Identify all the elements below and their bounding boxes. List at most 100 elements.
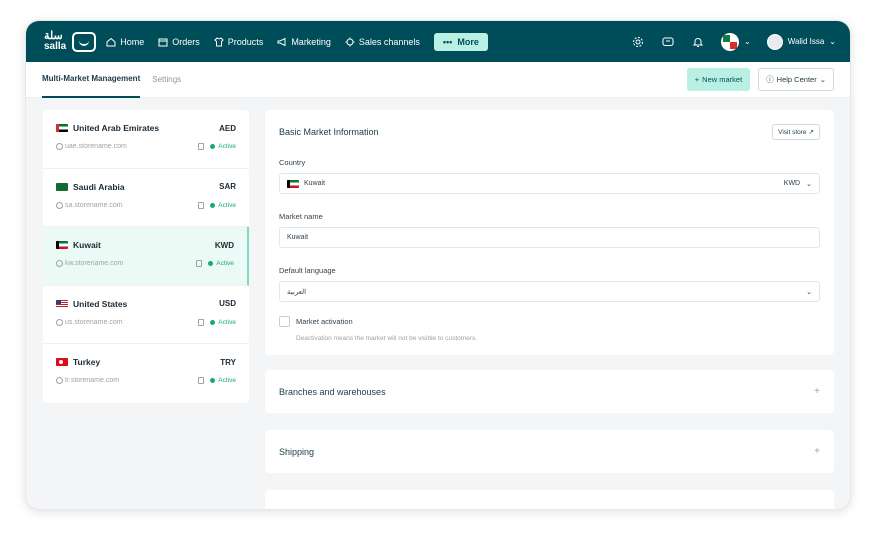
shipping-title: Shipping: [279, 446, 315, 457]
more-button[interactable]: ••• More: [433, 32, 488, 51]
help-center-button[interactable]: ⓘ Help Center ⌄: [758, 68, 834, 91]
list-item[interactable]: Saudi Arabia SAR sa.storename.com Active: [43, 169, 249, 227]
help-center-label: Help Center: [776, 75, 817, 84]
market-name-input[interactable]: Kuwait: [279, 227, 820, 248]
markets-list: United Arab Emirates AED uae.storename.c…: [43, 110, 249, 403]
more-label: More: [457, 36, 479, 47]
market-name: United States: [73, 298, 128, 309]
globe-icon: [56, 318, 63, 326]
market-currency: KWD: [214, 240, 234, 250]
uae-flag-icon: [56, 124, 68, 132]
store-small-icon: [198, 377, 205, 384]
country-label: Country: [279, 158, 306, 167]
country-select[interactable]: Kuwait KWD ⌄: [279, 173, 820, 194]
store-small-icon: [198, 143, 205, 150]
page-tabs-bar: Multi-Market Management Settings + New m…: [26, 62, 850, 98]
store-icon: [720, 32, 739, 51]
nav-orders-label: Orders: [172, 36, 200, 47]
activation-hint: Deactivation means the market will not b…: [296, 335, 477, 342]
shirt-icon: [214, 36, 224, 46]
store-small-icon: [198, 201, 205, 209]
new-market-label: New market: [702, 75, 743, 84]
basic-info-panel: Basic Market Information Visit store ↗ C…: [265, 110, 834, 355]
language-value: العربية: [287, 288, 307, 296]
logo-english: salla: [44, 41, 67, 52]
status-badge: Active: [198, 143, 236, 150]
market-currency: AED: [219, 123, 236, 133]
nav-home-label: Home: [120, 36, 145, 47]
nav-marketing[interactable]: Marketing: [277, 37, 331, 47]
chevron-down-icon: ⌄: [806, 180, 812, 188]
globe-icon: [56, 260, 63, 267]
chevron-down-icon: ⌄: [829, 37, 836, 46]
market-name-value: Kuwait: [287, 234, 309, 241]
branches-title: Branches and warehouses: [279, 386, 386, 397]
shipping-section[interactable]: Shipping +: [265, 430, 834, 473]
megaphone-icon: [277, 37, 286, 46]
store-switcher[interactable]: ⌄: [720, 32, 751, 51]
list-item[interactable]: United Arab Emirates AED uae.storename.c…: [43, 110, 249, 169]
gear-icon[interactable]: [631, 35, 645, 49]
list-item[interactable]: Turkey TRY tr.storename.com Active: [43, 344, 249, 403]
market-domain: uae.storename.com: [65, 143, 127, 150]
market-currency: USD: [219, 299, 236, 308]
nav-products[interactable]: Products: [214, 36, 264, 47]
market-activation-checkbox[interactable]: [279, 316, 290, 327]
salla-logo[interactable]: سلة salla: [44, 31, 97, 52]
user-name: Walid Issa: [787, 37, 825, 46]
globe-icon: [56, 377, 63, 384]
bell-icon[interactable]: [691, 35, 705, 49]
market-domain: sa.storename.com: [65, 201, 123, 209]
tab-multi-market[interactable]: Multi-Market Management: [42, 62, 141, 98]
home-icon: [106, 37, 116, 46]
nav-sales-channels[interactable]: Sales channels: [345, 37, 420, 47]
nav-products-label: Products: [227, 36, 264, 47]
country-currency: KWD: [783, 180, 801, 187]
status-badge: Active: [196, 260, 234, 267]
chat-icon[interactable]: [661, 35, 675, 49]
market-activation-label: Market activation: [296, 317, 353, 326]
nav-marketing-label: Marketing: [291, 36, 331, 47]
ellipsis-icon: •••: [442, 36, 453, 47]
box-icon: [158, 38, 168, 46]
language-select[interactable]: العربية ⌄: [279, 281, 820, 302]
list-item[interactable]: Kuwait KWD kw.storename.com Active: [43, 227, 249, 286]
nav-home[interactable]: Home: [106, 37, 144, 47]
globe-icon: [56, 143, 63, 150]
globe-icon: [56, 201, 63, 209]
external-link-icon: ↗: [808, 129, 814, 136]
logo-mark-icon: [72, 31, 97, 52]
market-name: United Arab Emirates: [73, 123, 160, 133]
collapsed-section[interactable]: [265, 490, 834, 509]
chevron-down-icon: ⌄: [743, 37, 751, 46]
turkey-flag-icon: [56, 358, 68, 366]
market-name: Kuwait: [73, 240, 101, 250]
channels-icon: [345, 37, 355, 46]
tab-settings[interactable]: Settings: [152, 62, 181, 98]
branches-section[interactable]: Branches and warehouses +: [265, 370, 834, 413]
chevron-down-icon: ⌄: [806, 288, 812, 296]
user-menu[interactable]: Walid Issa ⌄: [766, 33, 836, 50]
nav-sales-channels-label: Sales channels: [358, 36, 420, 47]
plus-icon[interactable]: +: [814, 446, 820, 457]
help-icon: ⓘ: [766, 75, 774, 84]
main-content: United Arab Emirates AED uae.storename.c…: [26, 98, 850, 509]
market-currency: TRY: [220, 357, 236, 367]
app-window: سلة salla Home Orders Products Marketing: [25, 20, 851, 510]
default-language-label: Default language: [279, 266, 336, 275]
nav-orders[interactable]: Orders: [158, 37, 200, 47]
visit-store-button[interactable]: Visit store ↗: [772, 124, 820, 140]
panel-title: Basic Market Information: [279, 127, 379, 137]
new-market-button[interactable]: + New market: [686, 68, 751, 91]
list-item[interactable]: United States USD us.storename.com Activ…: [43, 286, 249, 344]
status-badge: Active: [198, 201, 236, 209]
plus-icon[interactable]: +: [814, 386, 820, 397]
market-domain: us.storename.com: [65, 318, 123, 326]
main-nav: Home Orders Products Marketing Sales cha…: [106, 32, 488, 51]
avatar: [766, 33, 783, 50]
kuwait-flag-icon: [56, 241, 68, 249]
kuwait-flag-icon: [287, 179, 299, 188]
store-small-icon: [196, 260, 203, 267]
market-name: Saudi Arabia: [73, 181, 125, 192]
market-domain: kw.storename.com: [65, 260, 124, 267]
